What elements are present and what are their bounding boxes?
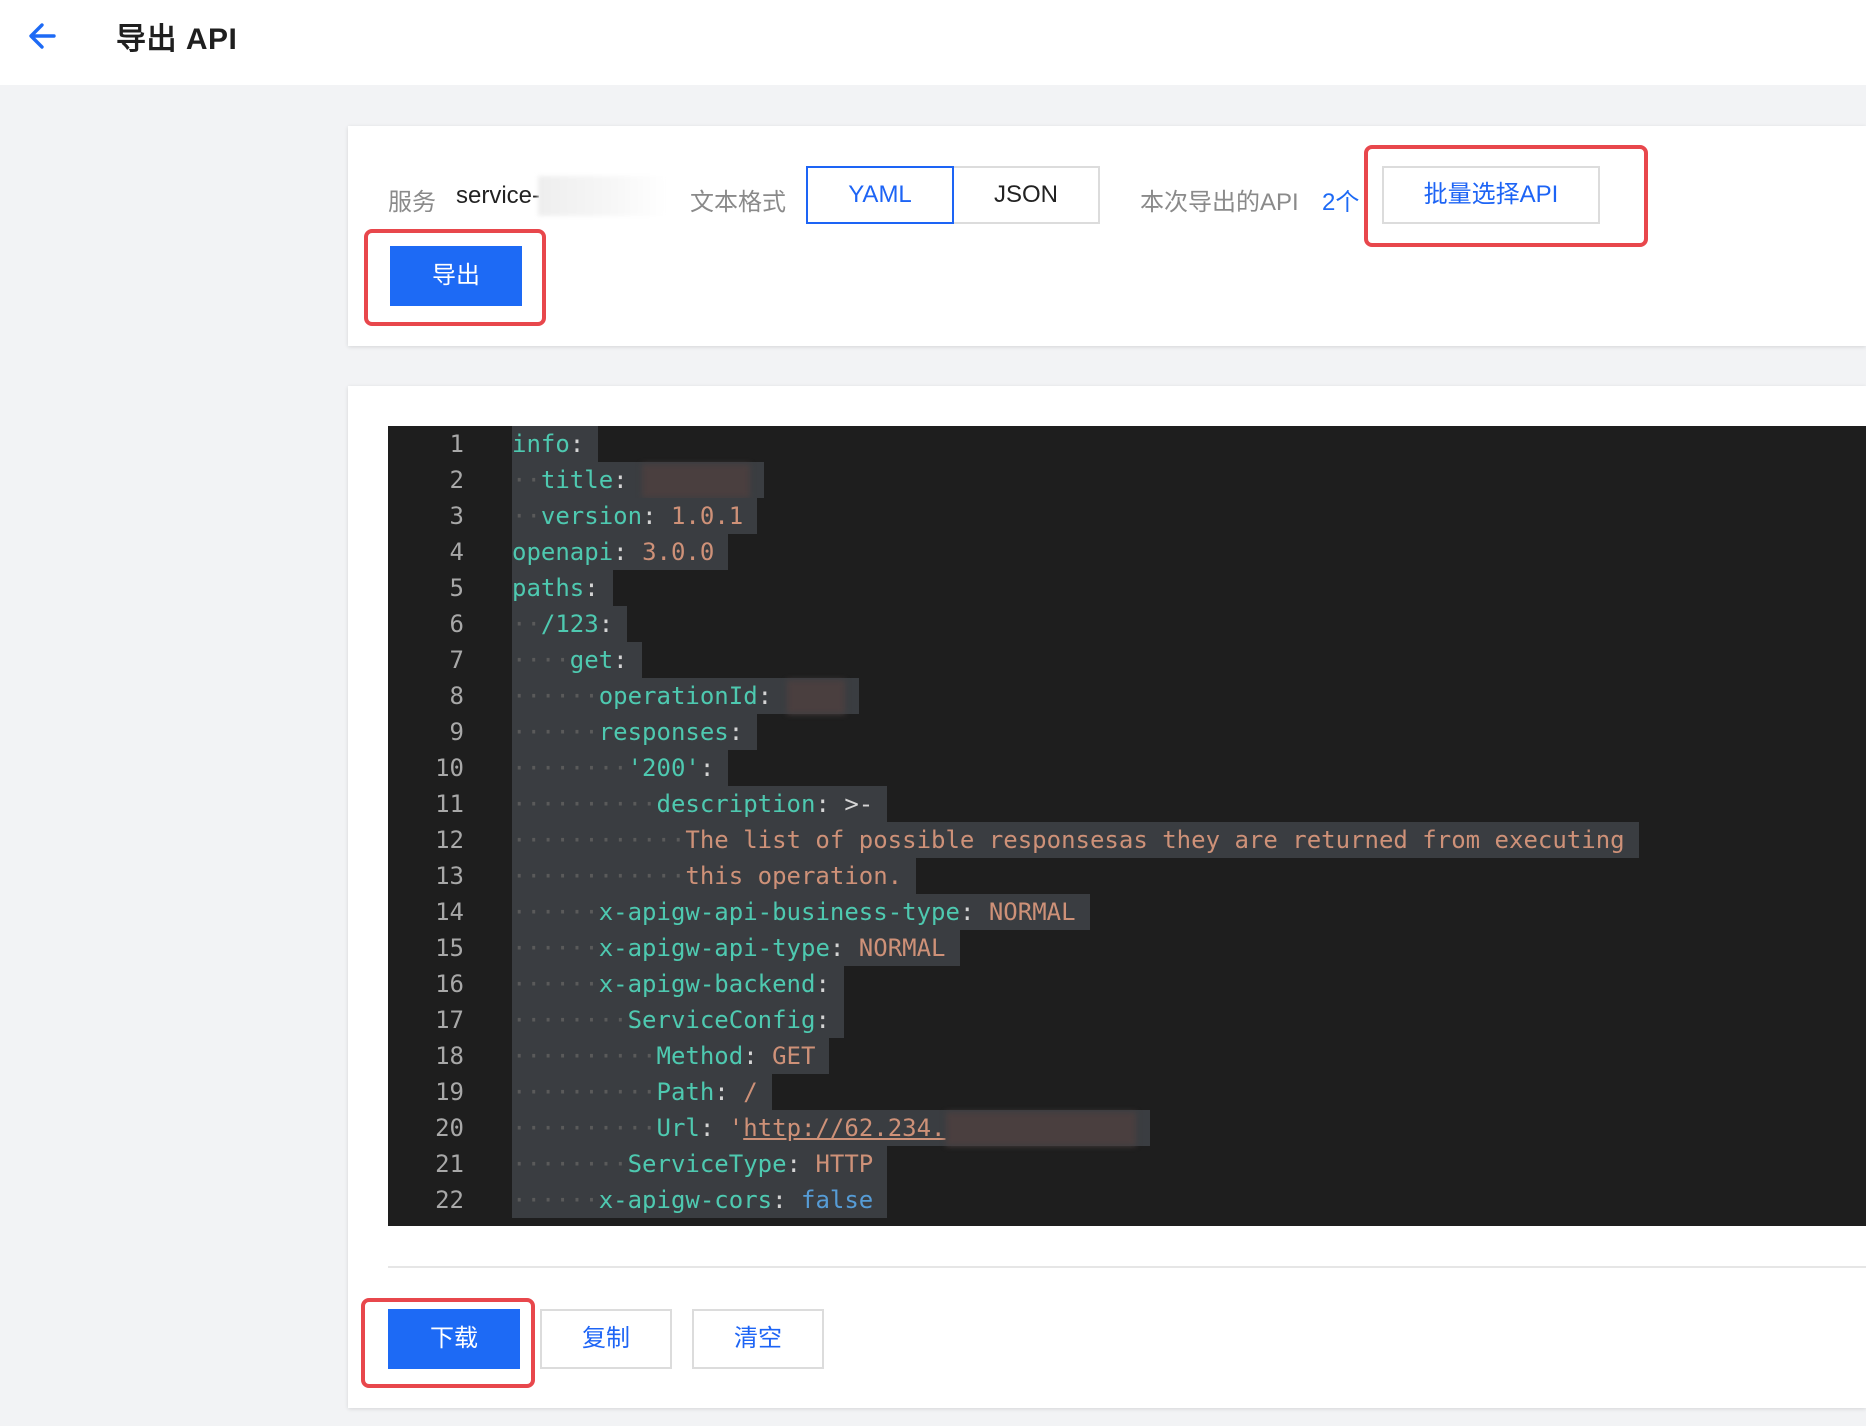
line-number: 20 bbox=[435, 1114, 464, 1142]
code-line: ······x-apigw-api-business-type: NORMAL bbox=[512, 894, 1866, 930]
line-number: 12 bbox=[435, 826, 464, 854]
redacted-service-id bbox=[538, 176, 666, 216]
line-number: 10 bbox=[435, 754, 464, 782]
code-line: ········ServiceConfig: bbox=[512, 1002, 1866, 1038]
code-line: info: bbox=[512, 426, 1866, 462]
code-line: ············this operation. bbox=[512, 858, 1866, 894]
back-arrow-icon[interactable] bbox=[24, 18, 60, 54]
export-count-value: 2个 bbox=[1322, 189, 1360, 216]
code-line: ············The list of possible respons… bbox=[512, 822, 1866, 858]
line-number: 9 bbox=[449, 718, 464, 746]
line-number: 19 bbox=[435, 1078, 464, 1106]
format-label: 文本格式 bbox=[690, 189, 786, 216]
code-line: ······responses: bbox=[512, 714, 1866, 750]
page-title: 导出 API bbox=[116, 23, 238, 56]
redacted-operation-id bbox=[786, 680, 845, 714]
download-button[interactable]: 下载 bbox=[388, 1309, 520, 1369]
line-number: 14 bbox=[435, 898, 464, 926]
code-line: openapi: 3.0.0 bbox=[512, 534, 1866, 570]
format-option-yaml[interactable]: YAML bbox=[806, 166, 954, 224]
code-line: ··········Url: 'http://62.234. bbox=[512, 1110, 1866, 1146]
line-number: 8 bbox=[449, 682, 464, 710]
code-line: ······operationId: bbox=[512, 678, 1866, 714]
top-bar: 导出 API bbox=[0, 0, 1866, 85]
line-number: 21 bbox=[435, 1150, 464, 1178]
code-line: ····get: bbox=[512, 642, 1866, 678]
code-line: paths: bbox=[512, 570, 1866, 606]
code-line: ··version: 1.0.1 bbox=[512, 498, 1866, 534]
code-content: info: ··title: ··version: 1.0.1 openapi:… bbox=[512, 426, 1866, 1226]
line-number: 3 bbox=[449, 502, 464, 530]
line-number: 22 bbox=[435, 1186, 464, 1214]
batch-select-api-button[interactable]: 批量选择API bbox=[1382, 166, 1600, 224]
copy-button[interactable]: 复制 bbox=[540, 1309, 672, 1369]
code-line: ······x-apigw-backend: bbox=[512, 966, 1866, 1002]
code-line: ········ServiceType: HTTP bbox=[512, 1146, 1866, 1182]
divider bbox=[388, 1266, 1866, 1268]
code-line: ········'200': bbox=[512, 750, 1866, 786]
redacted-url bbox=[945, 1112, 1136, 1146]
line-number: 2 bbox=[449, 466, 464, 494]
line-number: 4 bbox=[449, 538, 464, 566]
line-number: 11 bbox=[435, 790, 464, 818]
line-number: 15 bbox=[435, 934, 464, 962]
code-line: ··········Path: / bbox=[512, 1074, 1866, 1110]
code-line: ······x-apigw-cors: false bbox=[512, 1182, 1866, 1218]
export-button[interactable]: 导出 bbox=[390, 246, 522, 306]
code-line: ··········description: >- bbox=[512, 786, 1866, 822]
code-line: ··/123: bbox=[512, 606, 1866, 642]
line-number: 7 bbox=[449, 646, 464, 674]
line-number: 13 bbox=[435, 862, 464, 890]
format-option-json[interactable]: JSON bbox=[952, 166, 1100, 224]
service-value: service- bbox=[456, 182, 541, 209]
service-label: 服务 bbox=[388, 189, 436, 216]
redacted-title bbox=[642, 464, 751, 498]
line-number: 6 bbox=[449, 610, 464, 638]
code-line: ······x-apigw-api-type: NORMAL bbox=[512, 930, 1866, 966]
code-line: ··title: bbox=[512, 462, 1866, 498]
line-number: 5 bbox=[449, 574, 464, 602]
line-number-gutter: 1 2 3 4 5 6 7 8 9 10 11 12 13 14 15 16 1… bbox=[388, 426, 508, 1226]
line-number: 17 bbox=[435, 1006, 464, 1034]
line-number: 18 bbox=[435, 1042, 464, 1070]
line-number: 1 bbox=[449, 430, 464, 458]
export-settings-panel bbox=[348, 126, 1866, 346]
line-number: 16 bbox=[435, 970, 464, 998]
code-line: ··········Method: GET bbox=[512, 1038, 1866, 1074]
export-count-label: 本次导出的API bbox=[1140, 189, 1299, 216]
code-editor[interactable]: 1 2 3 4 5 6 7 8 9 10 11 12 13 14 15 16 1… bbox=[388, 426, 1866, 1226]
clear-button[interactable]: 清空 bbox=[692, 1309, 824, 1369]
